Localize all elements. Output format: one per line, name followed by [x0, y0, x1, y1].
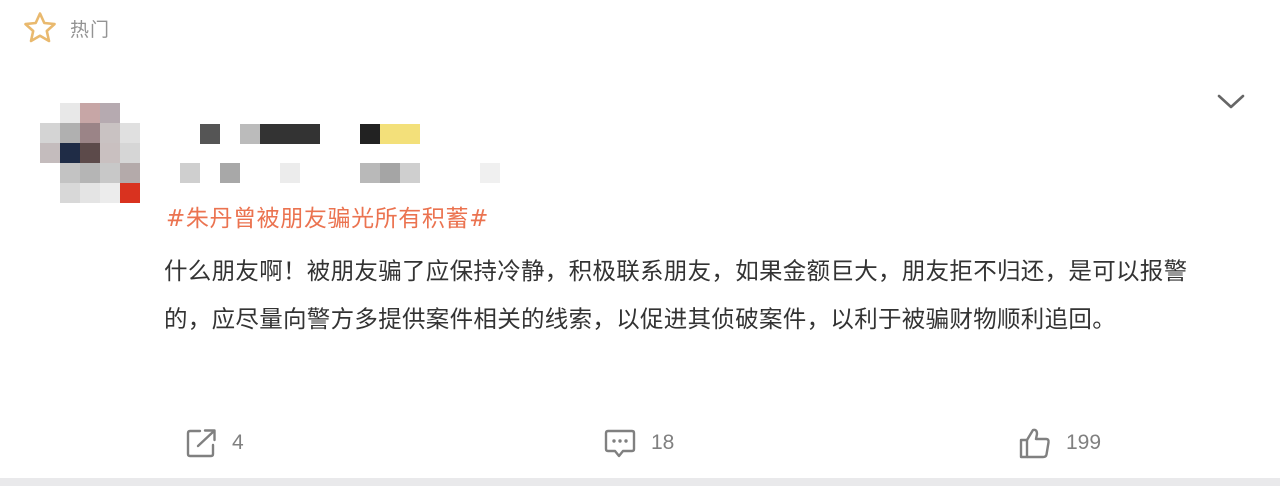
chevron-down-icon[interactable]: [1214, 90, 1248, 114]
repost-count: 4: [232, 431, 244, 454]
section-header: 热门: [22, 12, 110, 44]
like-button[interactable]: 199: [1018, 424, 1101, 462]
repost-button[interactable]: 4: [184, 424, 244, 462]
share-icon: [186, 429, 216, 458]
star-outline-icon: [24, 12, 56, 43]
post-card: 热门 #朱丹曾被朋友骗光所有积蓄# 什么朋友啊！被朋友骗了应保持冷静，积极联系朋…: [0, 0, 1280, 478]
thumbs-up-icon: [1019, 428, 1050, 459]
avatar[interactable]: [40, 103, 140, 203]
section-title: 热门: [70, 18, 111, 41]
comment-button[interactable]: 18: [603, 424, 674, 462]
like-count: 199: [1066, 431, 1102, 454]
post-text: 什么朋友啊！被朋友骗了应保持冷静，积极联系朋友，如果金额巨大，朋友拒不归还，是可…: [164, 257, 1188, 333]
comment-icon: [604, 429, 636, 458]
topic-hashtag-link[interactable]: #朱丹曾被朋友骗光所有积蓄#: [166, 199, 489, 233]
comment-count: 18: [651, 431, 675, 454]
